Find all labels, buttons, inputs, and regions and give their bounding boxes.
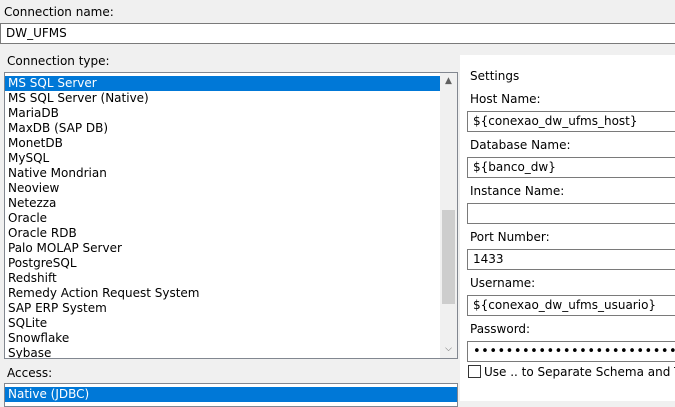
connection-type-item[interactable]: MS SQL Server (Native) <box>5 91 440 106</box>
connection-name-input[interactable]: DW_UFMS <box>0 23 675 44</box>
password-input[interactable]: •••••••••••••••••••••••••• <box>467 341 675 362</box>
connection-type-item[interactable]: Oracle <box>5 211 440 226</box>
separate-schema-checkbox[interactable] <box>468 365 481 378</box>
username-label: Username: <box>470 276 536 290</box>
connection-type-item[interactable]: Oracle RDB <box>5 226 440 241</box>
scroll-up-button[interactable]: ▲ <box>440 73 457 90</box>
connection-type-items: MS SQL Server MS SQL Server (Native) Maria… <box>5 76 440 358</box>
connection-type-item[interactable]: MySQL <box>5 151 440 166</box>
database-name-input[interactable]: ${banco_dw} <box>467 157 675 178</box>
connection-type-item[interactable]: Netezza <box>5 196 440 211</box>
connection-type-list[interactable]: MS SQL Server MS SQL Server (Native) Maria… <box>4 72 458 359</box>
connection-type-item[interactable]: PostgreSQL <box>5 256 440 271</box>
connection-type-label: Connection type: <box>7 54 110 68</box>
connection-type-item[interactable]: SQLite <box>5 316 440 331</box>
connection-type-item[interactable]: Remedy Action Request System <box>5 286 440 301</box>
connection-name-label: Connection name: <box>4 5 114 19</box>
port-number-input[interactable]: 1433 <box>467 249 675 270</box>
settings-title: Settings <box>470 69 520 83</box>
connection-type-scrollbar[interactable]: ▲ ⌵ <box>440 73 457 358</box>
host-name-label: Host Name: <box>470 92 541 106</box>
instance-name-input[interactable] <box>467 203 675 224</box>
access-label: Access: <box>7 366 53 380</box>
separate-schema-label: Use .. to Separate Schema and Table <box>484 365 675 379</box>
connection-type-item[interactable]: SAP ERP System <box>5 301 440 316</box>
access-item-native-jdbc[interactable]: Native (JDBC) <box>5 387 457 402</box>
connection-type-item[interactable]: Palo MOLAP Server <box>5 241 440 256</box>
instance-name-label: Instance Name: <box>470 184 565 198</box>
connection-type-item[interactable]: MS SQL Server <box>5 76 440 91</box>
access-list[interactable]: Native (JDBC) <box>4 383 458 407</box>
connection-type-item[interactable]: Snowflake <box>5 331 440 346</box>
connection-type-item[interactable]: MaxDB (SAP DB) <box>5 121 440 136</box>
connection-type-item[interactable]: MonetDB <box>5 136 440 151</box>
database-name-label: Database Name: <box>470 138 571 152</box>
connection-type-item[interactable]: Neoview <box>5 181 440 196</box>
scroll-down-button[interactable]: ⌵ <box>440 341 457 358</box>
connection-type-item[interactable]: MariaDB <box>5 106 440 121</box>
port-number-label: Port Number: <box>470 230 550 244</box>
connection-type-item[interactable]: Native Mondrian <box>5 166 440 181</box>
connection-type-item[interactable]: Redshift <box>5 271 440 286</box>
username-input[interactable]: ${conexao_dw_ufms_usuario} <box>467 295 675 316</box>
connection-type-item[interactable]: Sybase <box>5 346 440 358</box>
password-label: Password: <box>470 322 531 336</box>
host-name-input[interactable]: ${conexao_dw_ufms_host} <box>467 111 675 132</box>
scroll-thumb[interactable] <box>442 210 455 304</box>
